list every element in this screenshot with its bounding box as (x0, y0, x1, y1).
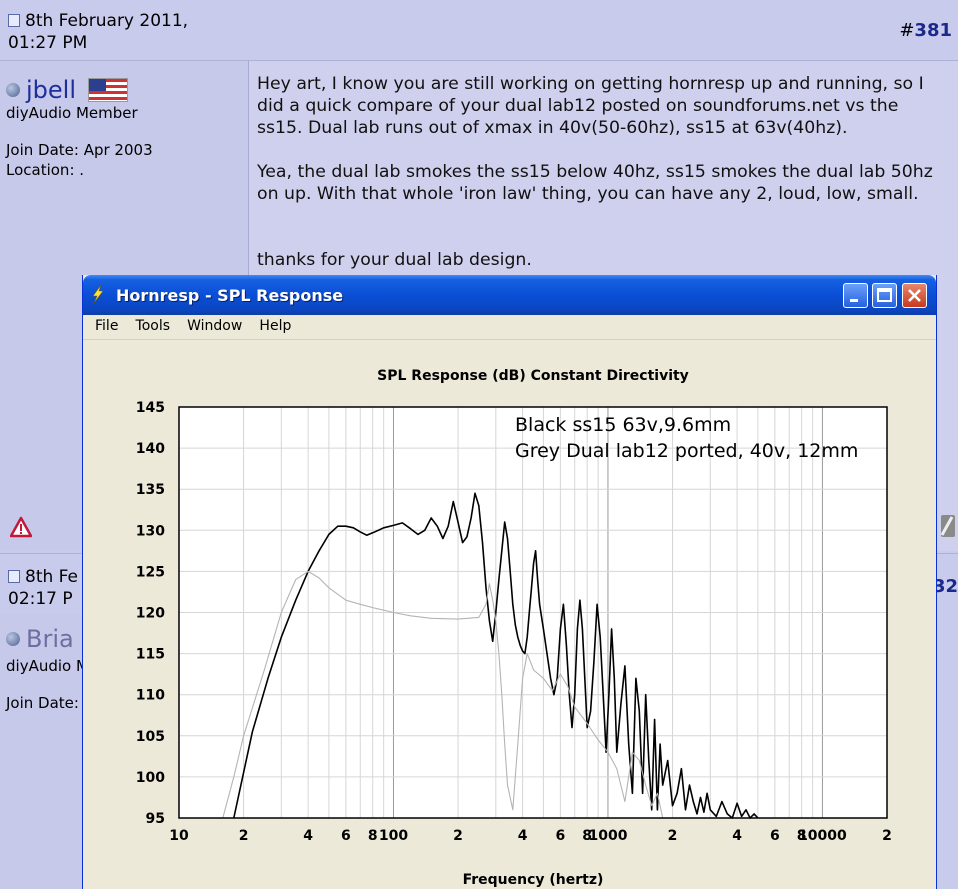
y-tick-label: 100 (136, 770, 165, 786)
y-tick-label: 125 (136, 564, 165, 580)
post-date: 8th February 2011, 01:27 PM (8, 10, 188, 54)
chart-annotation: Black ss15 63v,9.6mm (515, 414, 731, 436)
document-icon (8, 570, 20, 583)
minimize-icon (850, 299, 858, 302)
online-status-icon (6, 632, 20, 646)
post-paragraph: Hey art, I know you are still working on… (257, 74, 924, 138)
x-tick-label: 4 (303, 828, 313, 844)
chart-title: SPL Response (dB) Constant Directivity (377, 368, 689, 384)
x-tick-label: 6 (341, 828, 351, 844)
username-link[interactable]: jbell (26, 76, 76, 104)
y-tick-label: 145 (136, 400, 165, 416)
chart-area: 145 140 135 130 125 120 115 110 105 100 95 10 2 4 6 8 10… (83, 340, 936, 889)
x-tick-label: 6 (770, 828, 780, 844)
window-titlebar[interactable]: Hornresp - SPL Response (83, 275, 936, 315)
menu-tools[interactable]: Tools (136, 318, 171, 334)
edit-pencil-icon[interactable] (936, 511, 958, 541)
user-title-2: diyAudio M (6, 657, 89, 675)
x-tick-label: 2 (239, 828, 249, 844)
minimize-button[interactable] (843, 283, 868, 308)
y-tick-label: 95 (146, 811, 165, 827)
post-paragraph: Yea, the dual lab smokes the ss15 below … (257, 162, 933, 204)
close-button[interactable] (902, 283, 927, 308)
y-tick-label: 140 (136, 441, 165, 457)
lightning-app-icon (92, 285, 104, 303)
menu-file[interactable]: File (95, 318, 118, 334)
report-warning-icon[interactable] (10, 516, 32, 538)
join-date: Join Date: Apr 2003 (6, 141, 153, 159)
hash-sign: # (899, 20, 915, 41)
document-icon (8, 14, 20, 27)
user-title: diyAudio Member (6, 104, 138, 122)
username-link-2[interactable]: Bria (26, 625, 74, 653)
x-tick-label: 4 (732, 828, 742, 844)
post-date-2: 8th Fe 02:17 P (8, 566, 78, 610)
username-row-2: Bria (6, 625, 74, 653)
post-number-link[interactable]: #381 (899, 20, 952, 41)
x-tick-label: 8 (368, 828, 378, 844)
x-tick-label: 6 (556, 828, 566, 844)
x-tick-label: 4 (518, 828, 528, 844)
menu-help[interactable]: Help (259, 318, 291, 334)
maximize-button[interactable] (872, 283, 897, 308)
x-tick-label: 2 (453, 828, 463, 844)
post-date-text: 8th February 2011, 01:27 PM (8, 11, 189, 53)
x-tick-label: 2 (668, 828, 678, 844)
post-paragraph: thanks for your dual lab design. (257, 250, 532, 270)
window-title: Hornresp - SPL Response (116, 286, 344, 305)
user-location: Location: . (6, 161, 85, 179)
y-tick-label: 120 (136, 606, 165, 622)
menu-window[interactable]: Window (187, 318, 242, 334)
y-tick-label: 115 (136, 647, 165, 663)
x-tick-label: 10000 (798, 828, 847, 844)
x-tick-label: 2 (882, 828, 892, 844)
maximize-icon (877, 288, 892, 302)
y-tick-label: 105 (136, 729, 165, 745)
hornresp-window: Hornresp - SPL Response File Tools Windo… (82, 275, 937, 889)
flag-canton (89, 79, 107, 91)
online-status-icon (6, 83, 20, 97)
post-header: 8th February 2011, 01:27 PM #381 (0, 0, 958, 61)
y-tick-label: 110 (136, 688, 165, 704)
close-icon (908, 289, 921, 302)
x-axis-label: Frequency (hertz) (463, 872, 604, 888)
x-tick-label: 1000 (588, 828, 627, 844)
us-flag-icon (88, 78, 129, 102)
x-tick-label: 100 (379, 828, 408, 844)
y-tick-label: 135 (136, 482, 165, 498)
spl-response-chart: 1451401351301251201151101051009510 2 4 6 8 10… (136, 368, 892, 888)
username-row: jbell (6, 76, 129, 104)
menu-bar: File Tools Window Help (83, 315, 936, 340)
y-tick-label: 130 (136, 523, 165, 539)
chart-annotation: Grey Dual lab12 ported, 40v, 12mm (515, 440, 858, 462)
x-tick-label: 10 (169, 828, 189, 844)
post-number-text: 381 (914, 20, 952, 41)
join-date-2: Join Date: (6, 694, 79, 712)
